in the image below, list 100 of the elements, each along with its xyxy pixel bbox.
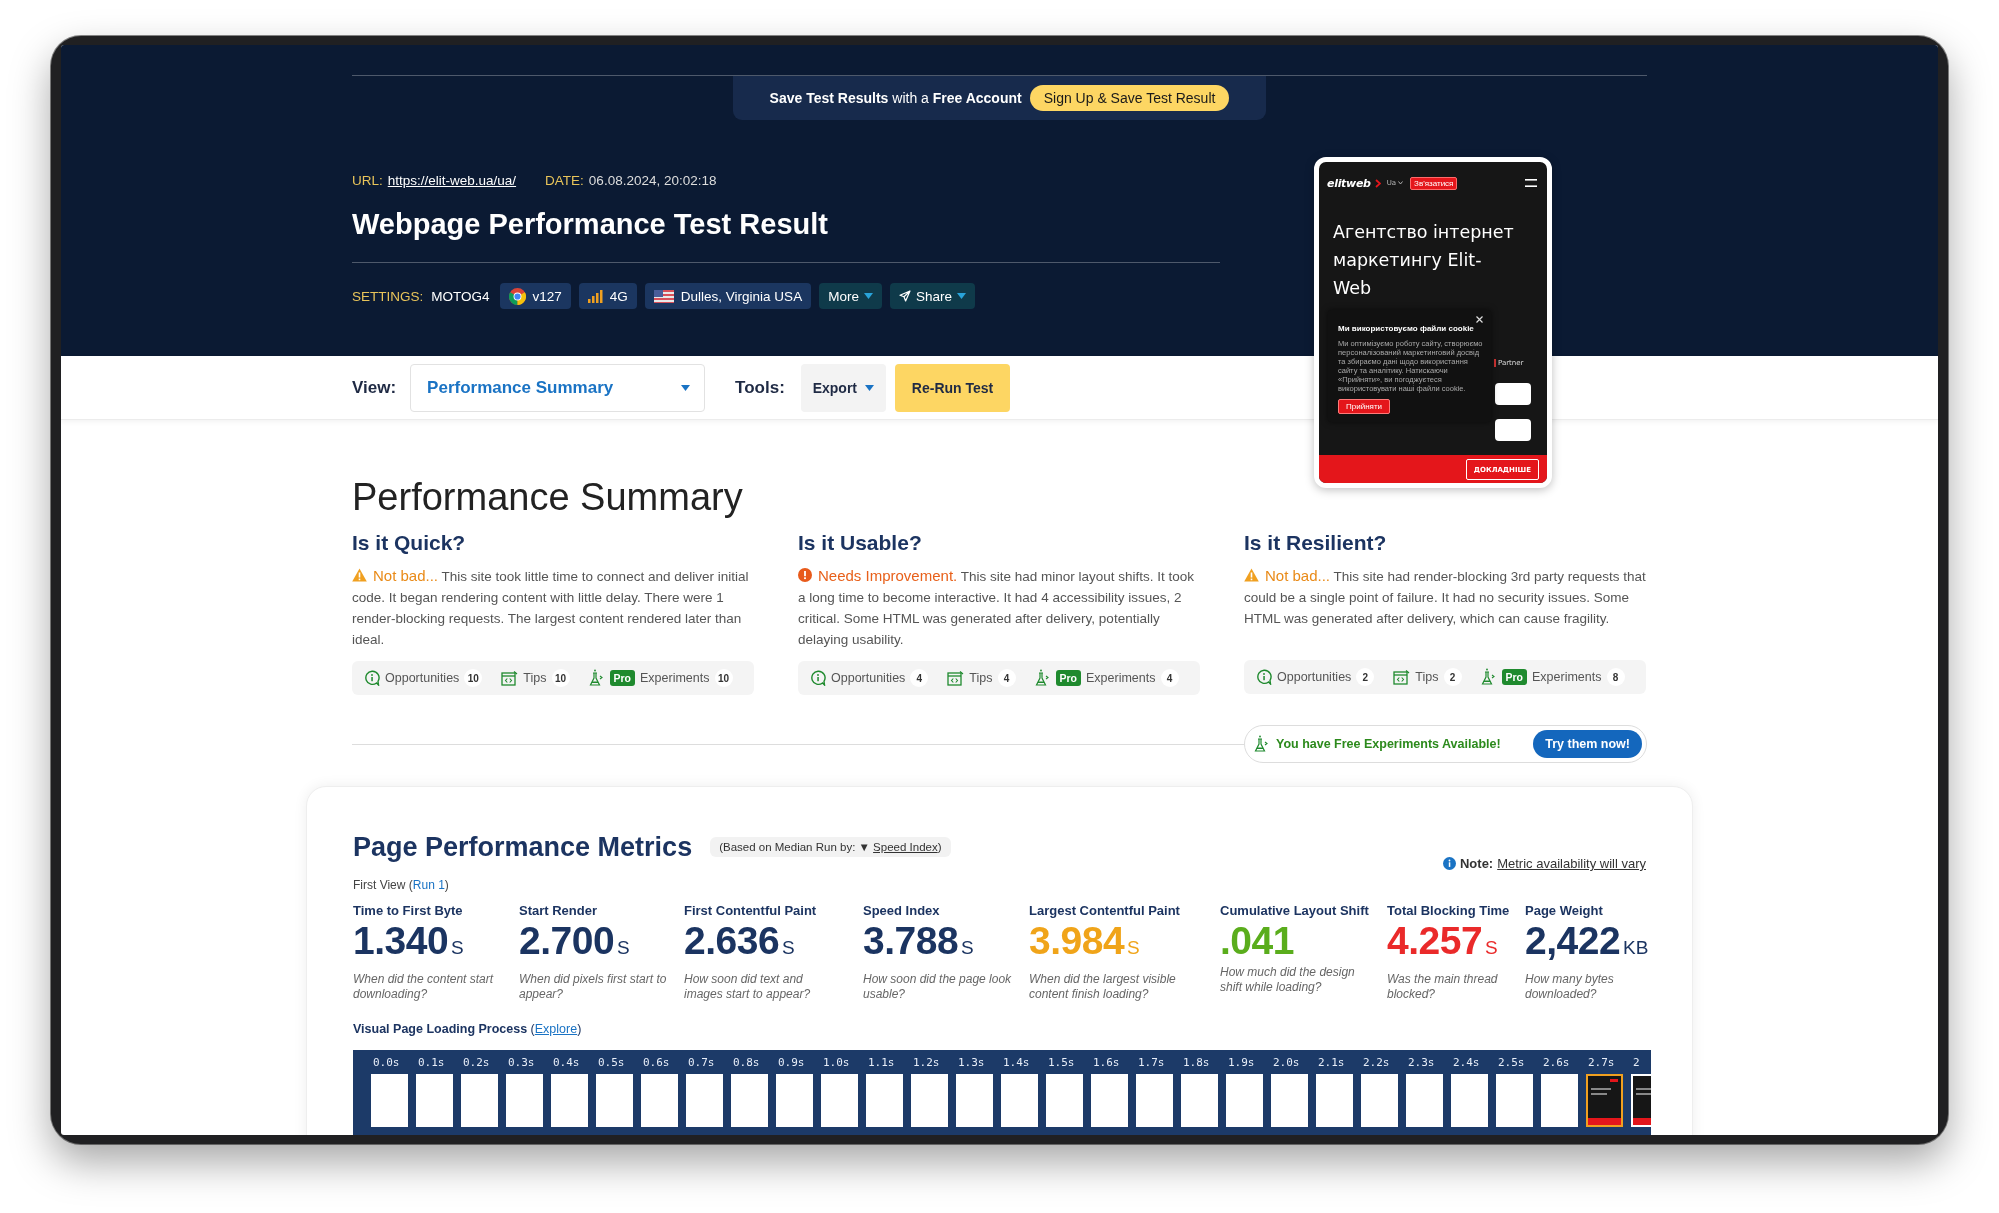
frame-thumbnail[interactable]: [416, 1074, 453, 1127]
frame-thumbnail[interactable]: [371, 1074, 408, 1127]
counter-label[interactable]: Tips: [969, 671, 993, 685]
frame-thumbnail[interactable]: [911, 1074, 948, 1127]
url-label: URL:: [352, 173, 383, 188]
run-link[interactable]: Run 1: [412, 878, 445, 892]
pro-badge: Pro: [609, 670, 636, 686]
frame-thumbnail[interactable]: [1046, 1074, 1083, 1127]
frame-thumbnail[interactable]: [1271, 1074, 1308, 1127]
frame-time: 0.6s: [642, 1056, 670, 1070]
counter-label[interactable]: Tips: [1415, 670, 1439, 684]
frame-thumbnail[interactable]: [551, 1074, 588, 1127]
frame-thumbnail[interactable]: [731, 1074, 768, 1127]
caret-icon: [863, 293, 873, 299]
flask-icon: [1034, 669, 1051, 687]
metric-label: Start Render: [519, 903, 599, 919]
frame-thumbnail[interactable]: [1406, 1074, 1443, 1127]
frame-thumbnail[interactable]: [1586, 1074, 1623, 1127]
explore-link[interactable]: Explore: [534, 1022, 578, 1036]
frame-time: 0.5s: [597, 1056, 625, 1070]
export-button[interactable]: Export: [800, 363, 886, 412]
send-icon: [898, 290, 911, 302]
frame-time: 0.7s: [687, 1056, 715, 1070]
frame-thumbnail[interactable]: [641, 1074, 678, 1127]
frame-time: 0.8s: [732, 1056, 760, 1070]
metric-value: 2.700 S: [519, 919, 631, 964]
input-field[interactable]: [1495, 419, 1531, 441]
frame-thumbnail[interactable]: [1091, 1074, 1128, 1127]
more-button[interactable]: More: [819, 283, 882, 309]
metrics-heading: Page Performance Metrics: [353, 831, 693, 864]
frame-thumbnail[interactable]: [956, 1074, 993, 1127]
metric-description: Was the main thread blocked?: [1387, 972, 1499, 1002]
metric-value: 3.984S: [1029, 919, 1141, 964]
counter-label[interactable]: Tips: [523, 671, 547, 685]
frame-time: 0.0s: [372, 1056, 400, 1070]
counter-label[interactable]: Experiments: [1532, 670, 1602, 684]
date-value: 06.08.2024, 20:02:18: [588, 173, 717, 188]
cookie-title: Ми використовуємо файли cookie: [1338, 324, 1475, 334]
availability-link[interactable]: Metric availability will vary: [1497, 856, 1646, 871]
hero-headline: Агентство інтернет маркетингу Elit-Web: [1333, 221, 1515, 300]
banner-text: Save Test Results with a Free Account: [769, 90, 1022, 106]
frame-thumbnail[interactable]: [686, 1074, 723, 1127]
share-button[interactable]: Share: [889, 283, 975, 309]
experiments-message: You have Free Experiments Available!: [1276, 737, 1501, 751]
frame-thumbnail[interactable]: [1361, 1074, 1398, 1127]
signup-button[interactable]: Sign Up & Save Test Result: [1029, 85, 1230, 111]
frame-time: 1.1s: [867, 1056, 895, 1070]
metric-value: 4.257 S: [1387, 919, 1499, 964]
frame-thumbnail[interactable]: [1136, 1074, 1173, 1127]
frame-thumbnail[interactable]: [1316, 1074, 1353, 1127]
frame-time: 2.3s: [1407, 1056, 1435, 1070]
metric-description: How soon did text and images start to appear?: [684, 972, 812, 1002]
frame-thumbnail[interactable]: [1181, 1074, 1218, 1127]
view-label: View:: [352, 377, 397, 398]
frame-time: 0.2s: [462, 1056, 490, 1070]
frame-time: 2: [1632, 1056, 1640, 1070]
info-bubble-icon: [810, 670, 826, 686]
counter-label[interactable]: Experiments: [640, 671, 710, 685]
metric-label: Speed Index: [863, 903, 941, 919]
counter-label[interactable]: Opportunities: [1277, 670, 1352, 684]
frame-time: 2.7s: [1587, 1056, 1615, 1070]
metric-label: First Contentful Paint: [684, 903, 818, 919]
speed-index-link[interactable]: Speed Index: [873, 841, 938, 853]
chevron-down-icon: [1398, 181, 1404, 185]
view-dropdown[interactable]: Performance Summary: [410, 363, 706, 412]
flask-icon: [588, 669, 605, 687]
signal-icon: [587, 289, 603, 303]
frame-thumbnail[interactable]: [1541, 1074, 1578, 1127]
frame-thumbnail[interactable]: [821, 1074, 858, 1127]
frame-time: 2.6s: [1542, 1056, 1570, 1070]
frame-time: 1.6s: [1092, 1056, 1120, 1070]
frame-thumbnail[interactable]: [1226, 1074, 1263, 1127]
contact-button[interactable]: Зв'язатися: [1410, 176, 1458, 190]
rerun-button[interactable]: Re-Run Test: [894, 363, 1011, 412]
frame-thumbnail[interactable]: [506, 1074, 543, 1127]
frame-thumbnail[interactable]: [776, 1074, 813, 1127]
counter-label[interactable]: Opportunities: [385, 671, 460, 685]
accept-button[interactable]: Прийняти: [1338, 399, 1391, 414]
frame-thumbnail[interactable]: [866, 1074, 903, 1127]
try-button[interactable]: Try them now!: [1533, 730, 1642, 758]
frame-thumbnail[interactable]: [1001, 1074, 1038, 1127]
caret-icon: [865, 384, 874, 391]
url-link[interactable]: https://elit-web.ua/ua/: [387, 173, 517, 188]
metric-value: 2,422 KB: [1525, 919, 1648, 964]
median-run-selector[interactable]: (Based on Median Run by: ▼ Speed Index): [710, 837, 951, 857]
metric-description: How much did the design shift while loading?: [1220, 965, 1356, 995]
input-field[interactable]: [1495, 383, 1531, 405]
metric-label: Cumulative Layout Shift: [1220, 903, 1370, 919]
counter-label[interactable]: Experiments: [1086, 671, 1156, 685]
frame-thumbnail[interactable]: [1451, 1074, 1488, 1127]
counter-label[interactable]: Opportunities: [831, 671, 906, 685]
frame-time: 0.3s: [507, 1056, 535, 1070]
metric-description: How soon did the page look usable?: [863, 972, 1013, 1002]
section-title: Performance Summary: [352, 475, 744, 520]
close-icon[interactable]: [1476, 316, 1483, 323]
frame-thumbnail[interactable]: [1496, 1074, 1533, 1127]
menu-icon[interactable]: [1525, 179, 1537, 187]
frame-thumbnail[interactable]: [596, 1074, 633, 1127]
frame-thumbnail[interactable]: [461, 1074, 498, 1127]
frame-time: 0.9s: [777, 1056, 805, 1070]
